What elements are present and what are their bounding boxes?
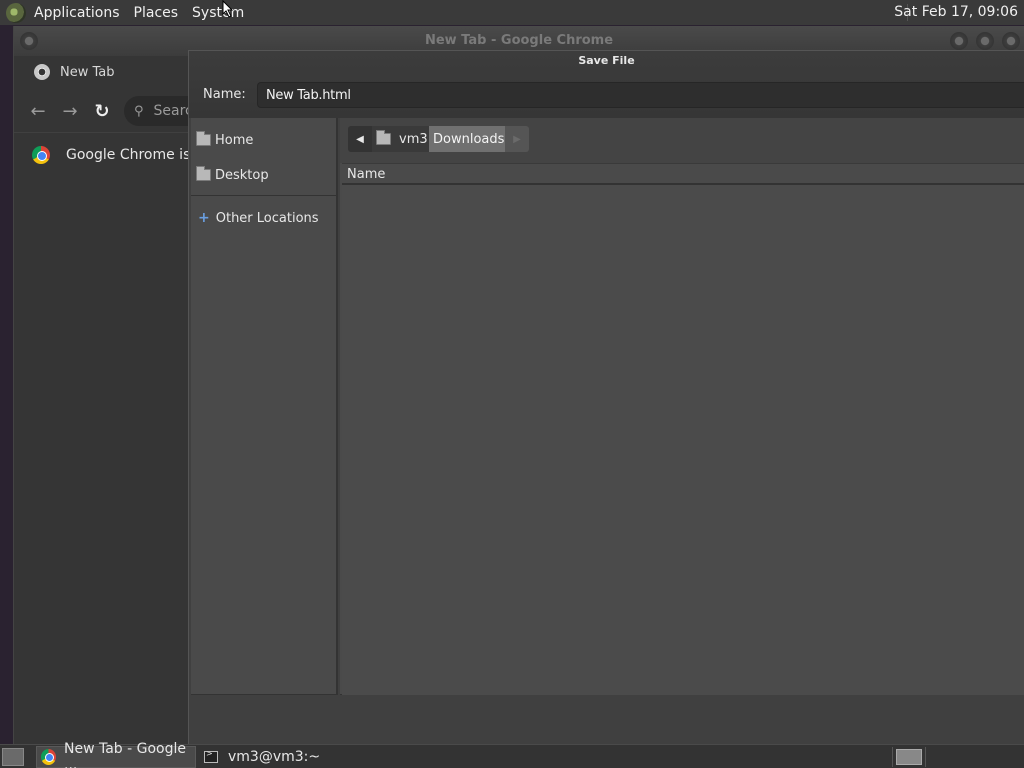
menu-places[interactable]: Places: [134, 5, 179, 21]
distro-logo-icon[interactable]: [6, 2, 26, 23]
taskbar-item-chrome[interactable]: New Tab - Google ...: [36, 741, 196, 768]
places-sidebar: Home Desktop + Other Locations: [191, 118, 338, 695]
bottom-taskbar: New Tab - Google ... vm3@vm3:~: [0, 741, 1024, 768]
omnibox-placeholder: Searc: [153, 103, 193, 119]
show-desktop-icon[interactable]: [2, 747, 24, 766]
back-arrow-icon[interactable]: ←: [22, 101, 54, 122]
taskbar-item-terminal[interactable]: vm3@vm3:~: [196, 746, 320, 768]
search-icon: ⚲: [134, 103, 144, 119]
path-bar: ◀ vm3 Downloads ▶: [340, 118, 1024, 163]
plus-icon: +: [198, 210, 210, 226]
path-label: Downloads: [433, 131, 505, 147]
tab-new-tab[interactable]: New Tab: [14, 56, 214, 88]
sidebar-item-label: Desktop: [215, 167, 269, 183]
mouse-cursor-icon: [222, 0, 234, 18]
sidebar-item-home[interactable]: Home: [191, 124, 336, 156]
home-folder-icon: [376, 130, 391, 145]
menu-applications[interactable]: Applications: [34, 5, 120, 21]
file-list[interactable]: [342, 185, 1024, 695]
minimize-icon[interactable]: [950, 32, 968, 50]
tab-label: New Tab: [60, 64, 115, 80]
name-label: Name:: [203, 87, 246, 102]
terminal-icon: [204, 749, 218, 763]
top-panel: Applications Places System Sat Feb 17, 0…: [0, 0, 1024, 25]
workspace-switcher[interactable]: [892, 747, 926, 767]
menu-system[interactable]: System: [192, 5, 244, 21]
dialog-header: Save File Name: New Tab.html: [189, 51, 1024, 118]
save-file-dialog: Save File Name: New Tab.html Home Deskto…: [188, 50, 1024, 745]
chrome-window-title: New Tab - Google Chrome: [424, 33, 614, 48]
path-scroll-left-icon[interactable]: ◀: [348, 126, 372, 152]
taskbar-item-label: vm3@vm3:~: [228, 748, 321, 765]
chrome-logo-icon: [41, 748, 56, 765]
taskbar-item-label: New Tab - Google ...: [64, 740, 187, 768]
sidebar-item-label: Home: [215, 132, 254, 148]
reload-icon[interactable]: ↻: [86, 101, 118, 122]
close-icon[interactable]: [1002, 32, 1020, 50]
chrome-logo-icon: [32, 145, 50, 164]
sidebar-item-label: Other Locations: [215, 210, 319, 226]
chrome-tab-icon: [34, 64, 50, 80]
workspace-1[interactable]: [896, 749, 922, 765]
path-label: vm3: [399, 131, 428, 147]
path-scroll-right-icon[interactable]: ▶: [505, 126, 529, 152]
column-header-name[interactable]: Name: [342, 163, 1024, 185]
dialog-title: Save File: [578, 54, 635, 67]
clock[interactable]: Sat Feb 17, 09:06: [894, 4, 1018, 20]
dialog-footer: [189, 696, 1024, 745]
maximize-icon[interactable]: [976, 32, 994, 50]
forward-arrow-icon[interactable]: →: [54, 101, 86, 122]
sidebar-divider: [191, 195, 336, 196]
sidebar-item-desktop[interactable]: Desktop: [191, 159, 336, 191]
sidebar-item-other-locations[interactable]: + Other Locations: [191, 202, 336, 234]
path-button-vm3[interactable]: vm3: [372, 126, 429, 152]
desktop-folder-icon: [196, 166, 211, 181]
filename-input[interactable]: New Tab.html: [257, 82, 1024, 108]
file-browser: ◀ vm3 Downloads ▶ Name: [340, 118, 1024, 695]
path-button-downloads[interactable]: Downloads: [429, 126, 505, 152]
home-folder-icon: [196, 131, 211, 146]
